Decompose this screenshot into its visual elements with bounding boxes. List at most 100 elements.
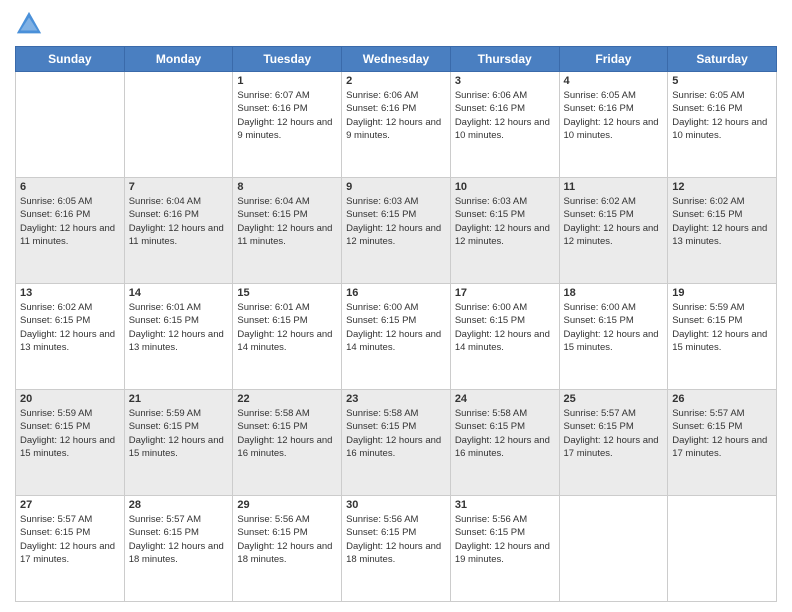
day-number: 11 [564, 181, 664, 193]
day-info: Sunrise: 6:00 AM Sunset: 6:15 PM Dayligh… [455, 301, 555, 354]
day-cell: 1Sunrise: 6:07 AM Sunset: 6:16 PM Daylig… [233, 72, 342, 178]
column-header-friday: Friday [559, 47, 668, 72]
day-cell: 28 Sunrise: 5:57 AM Sunset: 6:15 PM Dayli… [124, 496, 233, 602]
day-number: 14 [129, 287, 229, 299]
day-cell: 5 Sunrise: 6:05 AM Sunset: 6:16 PM Daylig… [668, 72, 777, 178]
week-row-3: 13 Sunrise: 6:02 AM Sunset: 6:15 PM Dayli… [16, 284, 777, 390]
day-info: Sunrise: 5:56 AM Sunset: 6:15 PM Dayligh… [455, 513, 555, 566]
day-number: 27 [20, 499, 120, 511]
column-header-monday: Monday [124, 47, 233, 72]
day-cell: 31 Sunrise: 5:56 AM Sunset: 6:15 PM Dayli… [450, 496, 559, 602]
day-cell: 2 Sunrise: 6:06 AM Sunset: 6:16 PM Daylig… [342, 72, 451, 178]
day-cell: 25 Sunrise: 5:57 AM Sunset: 6:15 PM Dayli… [559, 390, 668, 496]
day-cell: 9 Sunrise: 6:03 AM Sunset: 6:15 PM Daylig… [342, 178, 451, 284]
day-cell: 12 Sunrise: 6:02 AM Sunset: 6:15 PM Dayli… [668, 178, 777, 284]
day-cell [668, 496, 777, 602]
day-info: Sunrise: 5:58 AM Sunset: 6:15 PM Dayligh… [346, 407, 446, 460]
day-info: Sunrise: 6:01 AM Sunset: 6:15 PM Dayligh… [129, 301, 229, 354]
day-number: 20 [20, 393, 120, 405]
day-number: 15 [237, 287, 337, 299]
day-cell [16, 72, 125, 178]
day-cell: 7 Sunrise: 6:04 AM Sunset: 6:16 PM Daylig… [124, 178, 233, 284]
week-row-4: 20 Sunrise: 5:59 AM Sunset: 6:15 PM Dayli… [16, 390, 777, 496]
logo [15, 10, 47, 38]
day-cell: 13 Sunrise: 6:02 AM Sunset: 6:15 PM Dayli… [16, 284, 125, 390]
day-info: Sunrise: 6:05 AM Sunset: 6:16 PM Dayligh… [20, 195, 120, 248]
day-number: 10 [455, 181, 555, 193]
day-number: 28 [129, 499, 229, 511]
day-number: 17 [455, 287, 555, 299]
column-header-wednesday: Wednesday [342, 47, 451, 72]
column-header-thursday: Thursday [450, 47, 559, 72]
day-number: 23 [346, 393, 446, 405]
day-cell [124, 72, 233, 178]
day-info: Sunrise: 5:56 AM Sunset: 6:15 PM Dayligh… [346, 513, 446, 566]
day-number: 13 [20, 287, 120, 299]
page: SundayMondayTuesdayWednesdayThursdayFrid… [0, 0, 792, 612]
day-info: Sunrise: 5:57 AM Sunset: 6:15 PM Dayligh… [672, 407, 772, 460]
day-cell [559, 496, 668, 602]
day-number: 12 [672, 181, 772, 193]
column-header-sunday: Sunday [16, 47, 125, 72]
day-info: Sunrise: 6:02 AM Sunset: 6:15 PM Dayligh… [564, 195, 664, 248]
day-cell: 24 Sunrise: 5:58 AM Sunset: 6:15 PM Dayli… [450, 390, 559, 496]
day-number: 6 [20, 181, 120, 193]
day-info: Sunrise: 6:06 AM Sunset: 6:16 PM Dayligh… [455, 89, 555, 142]
day-cell: 11 Sunrise: 6:02 AM Sunset: 6:15 PM Dayli… [559, 178, 668, 284]
day-number: 5 [672, 75, 772, 87]
day-cell: 6 Sunrise: 6:05 AM Sunset: 6:16 PM Daylig… [16, 178, 125, 284]
day-number: 9 [346, 181, 446, 193]
week-row-2: 6 Sunrise: 6:05 AM Sunset: 6:16 PM Daylig… [16, 178, 777, 284]
day-info: Sunrise: 5:58 AM Sunset: 6:15 PM Dayligh… [237, 407, 337, 460]
day-number: 21 [129, 393, 229, 405]
day-cell: 4 Sunrise: 6:05 AM Sunset: 6:16 PM Daylig… [559, 72, 668, 178]
day-number: 2 [346, 75, 446, 87]
day-info: Sunrise: 6:02 AM Sunset: 6:15 PM Dayligh… [20, 301, 120, 354]
day-info: Sunrise: 5:59 AM Sunset: 6:15 PM Dayligh… [672, 301, 772, 354]
day-info: Sunrise: 6:05 AM Sunset: 6:16 PM Dayligh… [672, 89, 772, 142]
header [15, 10, 777, 38]
day-cell: 27Sunrise: 5:57 AM Sunset: 6:15 PM Dayli… [16, 496, 125, 602]
day-cell: 21 Sunrise: 5:59 AM Sunset: 6:15 PM Dayli… [124, 390, 233, 496]
day-info: Sunrise: 6:04 AM Sunset: 6:15 PM Dayligh… [237, 195, 337, 248]
day-info: Sunrise: 6:03 AM Sunset: 6:15 PM Dayligh… [455, 195, 555, 248]
day-number: 19 [672, 287, 772, 299]
day-info: Sunrise: 5:58 AM Sunset: 6:15 PM Dayligh… [455, 407, 555, 460]
day-number: 3 [455, 75, 555, 87]
day-number: 1 [237, 75, 337, 87]
day-info: Sunrise: 6:06 AM Sunset: 6:16 PM Dayligh… [346, 89, 446, 142]
day-info: Sunrise: 6:05 AM Sunset: 6:16 PM Dayligh… [564, 89, 664, 142]
day-number: 4 [564, 75, 664, 87]
day-info: Sunrise: 5:59 AM Sunset: 6:15 PM Dayligh… [129, 407, 229, 460]
day-info: Sunrise: 5:59 AM Sunset: 6:15 PM Dayligh… [20, 407, 120, 460]
day-cell: 17 Sunrise: 6:00 AM Sunset: 6:15 PM Dayli… [450, 284, 559, 390]
day-cell: 18 Sunrise: 6:00 AM Sunset: 6:15 PM Dayli… [559, 284, 668, 390]
day-number: 7 [129, 181, 229, 193]
day-number: 16 [346, 287, 446, 299]
week-row-1: 1Sunrise: 6:07 AM Sunset: 6:16 PM Daylig… [16, 72, 777, 178]
day-number: 18 [564, 287, 664, 299]
day-info: Sunrise: 5:57 AM Sunset: 6:15 PM Dayligh… [564, 407, 664, 460]
calendar-table: SundayMondayTuesdayWednesdayThursdayFrid… [15, 46, 777, 602]
day-info: Sunrise: 6:03 AM Sunset: 6:15 PM Dayligh… [346, 195, 446, 248]
day-number: 24 [455, 393, 555, 405]
header-row: SundayMondayTuesdayWednesdayThursdayFrid… [16, 47, 777, 72]
day-info: Sunrise: 6:02 AM Sunset: 6:15 PM Dayligh… [672, 195, 772, 248]
logo-icon [15, 10, 43, 38]
day-cell: 8 Sunrise: 6:04 AM Sunset: 6:15 PM Daylig… [233, 178, 342, 284]
day-cell: 20 Sunrise: 5:59 AM Sunset: 6:15 PM Dayli… [16, 390, 125, 496]
day-number: 31 [455, 499, 555, 511]
day-number: 8 [237, 181, 337, 193]
day-info: Sunrise: 6:04 AM Sunset: 6:16 PM Dayligh… [129, 195, 229, 248]
day-cell: 30Sunrise: 5:56 AM Sunset: 6:15 PM Dayli… [342, 496, 451, 602]
day-info: Sunrise: 6:00 AM Sunset: 6:15 PM Dayligh… [564, 301, 664, 354]
day-number: 25 [564, 393, 664, 405]
day-info: Sunrise: 5:56 AM Sunset: 6:15 PM Dayligh… [237, 513, 337, 566]
day-info: Sunrise: 5:57 AM Sunset: 6:15 PM Dayligh… [129, 513, 229, 566]
day-cell: 16Sunrise: 6:00 AM Sunset: 6:15 PM Dayli… [342, 284, 451, 390]
calendar-header: SundayMondayTuesdayWednesdayThursdayFrid… [16, 47, 777, 72]
calendar-body: 1Sunrise: 6:07 AM Sunset: 6:16 PM Daylig… [16, 72, 777, 602]
day-cell: 10 Sunrise: 6:03 AM Sunset: 6:15 PM Dayli… [450, 178, 559, 284]
day-cell: 23 Sunrise: 5:58 AM Sunset: 6:15 PM Dayli… [342, 390, 451, 496]
day-cell: 29Sunrise: 5:56 AM Sunset: 6:15 PM Dayli… [233, 496, 342, 602]
